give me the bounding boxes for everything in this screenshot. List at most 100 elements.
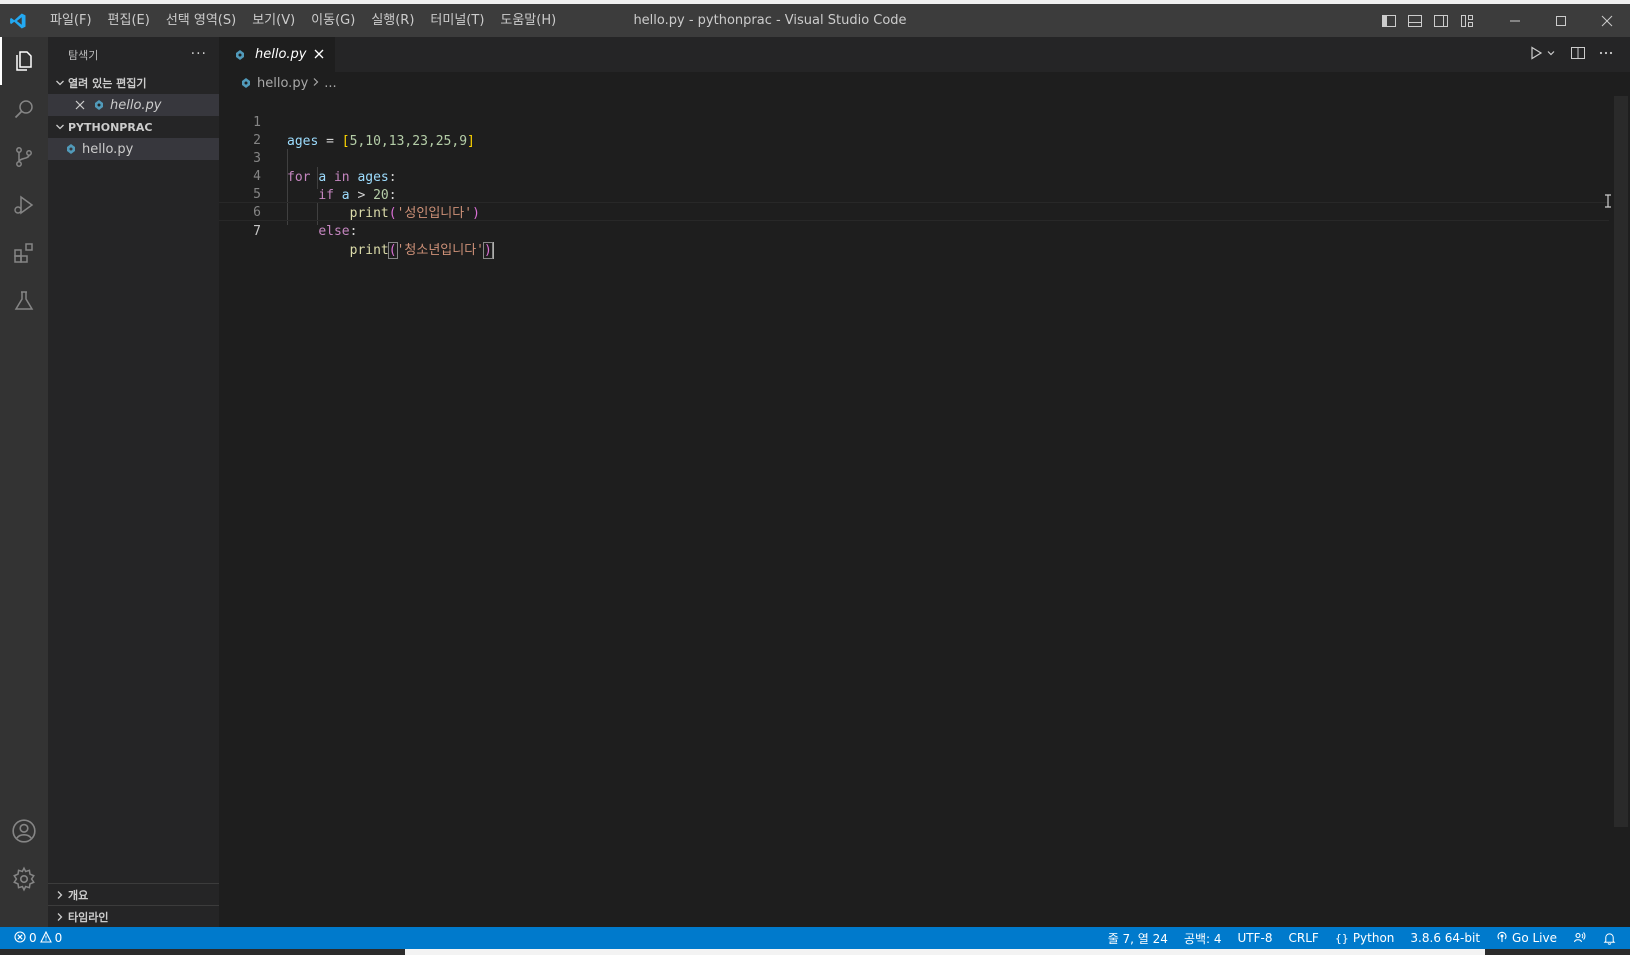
code-token: ) [483,242,493,259]
status-right: 줄 7, 열 24 공백: 4 UTF-8 CRLF {} Python 3.8… [1100,927,1624,949]
go-live-label: Go Live [1512,931,1557,945]
taskbar-edge [0,949,1630,955]
code-token: ( [387,242,398,259]
menu-help[interactable]: 도움말(H) [492,4,564,37]
chevron-down-icon [52,75,68,91]
menu-go[interactable]: 이동(G) [303,4,363,37]
vscode-logo-icon[interactable] [0,4,36,37]
source-control-icon[interactable] [0,133,48,181]
menu-bar: 파일(F) 편집(E) 선택 영역(S) 보기(V) 이동(G) 실행(R) 터… [42,4,564,37]
go-live-button[interactable]: Go Live [1488,931,1565,946]
close-window-icon[interactable] [1584,4,1630,37]
editor-tabs: hello.py [219,37,1630,72]
open-editors-section[interactable]: 열려 있는 편집기 [48,72,219,94]
chevron-right-icon [312,76,320,91]
vscode-window: 파일(F) 편집(E) 선택 영역(S) 보기(V) 이동(G) 실행(R) 터… [0,4,1630,955]
window-title: hello.py - pythonprac - Visual Studio Co… [633,13,907,28]
maximize-icon[interactable] [1538,4,1584,37]
code-line: 6 else: [219,184,1609,239]
code-token: print [349,243,389,258]
run-debug-icon[interactable] [0,181,48,229]
error-count: 0 [29,931,37,945]
timeline-section[interactable]: 타임라인 [48,905,219,927]
tab-hello-py[interactable]: hello.py [219,37,335,72]
end-of-line[interactable]: CRLF [1281,931,1327,945]
code-token: '청소년입니다' [396,243,485,258]
more-actions-button[interactable]: ··· [191,37,207,72]
explorer-icon[interactable] [0,37,48,85]
braces-icon: {} [1334,931,1349,945]
menu-file[interactable]: 파일(F) [42,4,100,37]
outline-section[interactable]: 개요 [48,883,219,905]
python-file-icon [92,98,106,112]
breadcrumb: hello.py ... [219,72,1630,94]
cursor-position[interactable]: 줄 7, 열 24 [1100,930,1176,947]
menu-edit[interactable]: 편집(E) [100,4,158,37]
python-interpreter[interactable]: 3.8.6 64-bit [1402,931,1488,945]
line-number: 7 [253,224,261,239]
open-editor-item[interactable]: hello.py [48,94,219,116]
title-bar: 파일(F) 편집(E) 선택 영역(S) 보기(V) 이동(G) 실행(R) 터… [0,4,1630,37]
code-line: 1 ages = [5,10,13,23,25,9] [219,94,1609,149]
breadcrumb-file[interactable]: hello.py [257,76,308,91]
close-tab-icon[interactable] [311,46,327,62]
menu-run[interactable]: 실행(R) [363,4,422,37]
split-editor-icon[interactable] [1570,45,1586,65]
accounts-icon[interactable] [0,807,48,855]
open-editor-label: hello.py [110,97,162,113]
toggle-panel-icon[interactable] [1402,4,1428,37]
problems-indicator[interactable]: 0 0 [0,930,63,946]
search-icon[interactable] [0,85,48,133]
file-tree-item[interactable]: hello.py [48,138,219,160]
language-label: Python [1352,931,1395,945]
chevron-right-icon [52,887,68,903]
notifications-bell-icon[interactable] [1595,932,1624,945]
code-line: 5 print('성인입니다') [219,166,1609,221]
explorer-header: 탐색기 ··· [48,37,219,72]
explorer-sidebar: 탐색기 ··· 열려 있는 편집기 hello.py PYTHONPRAC he… [48,37,219,927]
testing-icon[interactable] [0,277,48,325]
indentation[interactable]: 공백: 4 [1176,930,1230,947]
breadcrumb-more[interactable]: ... [324,76,336,91]
extensions-icon[interactable] [0,229,48,277]
text-cursor-indicator-icon [1604,194,1612,208]
toggle-secondary-sidebar-icon[interactable] [1428,4,1454,37]
python-file-icon [239,76,253,90]
activity-bar [0,37,48,927]
menu-view[interactable]: 보기(V) [244,4,303,37]
error-icon [14,930,26,946]
open-editors-label: 열려 있는 편집기 [68,77,147,90]
encoding[interactable]: UTF-8 [1230,931,1281,945]
code-token: else [318,224,350,239]
text-cursor [491,242,494,259]
project-label: PYTHONPRAC [68,120,153,134]
minimize-icon[interactable] [1492,4,1538,37]
more-actions-icon[interactable] [1598,45,1614,65]
editor-actions [1528,37,1614,72]
close-icon[interactable] [72,97,88,113]
customize-layout-icon[interactable] [1454,4,1480,37]
vertical-scrollbar[interactable] [1614,96,1628,827]
tab-label: hello.py [255,47,307,62]
file-tree-label: hello.py [82,141,134,157]
feedback-icon[interactable] [1565,931,1595,945]
toggle-primary-sidebar-icon[interactable] [1376,4,1402,37]
code-line-current: 7 print('청소년입니다') [219,202,1609,259]
python-file-icon [233,48,247,62]
code-line: 2 [219,112,1609,148]
outline-label: 개요 [68,888,89,902]
warning-count: 0 [54,931,63,945]
chevron-right-icon [52,909,68,925]
code-line: 3 for a in ages: [219,130,1609,185]
settings-gear-icon[interactable] [0,855,48,903]
run-python-file-icon[interactable] [1528,45,1544,65]
menu-selection[interactable]: 선택 영역(S) [158,4,244,37]
run-dropdown-chevron-icon[interactable] [1546,47,1556,62]
broadcast-icon [1496,931,1508,946]
code-token: : [349,224,358,239]
language-mode[interactable]: {} Python [1327,931,1403,945]
project-section[interactable]: PYTHONPRAC [48,116,219,138]
code-editor[interactable]: 1 ages = [5,10,13,23,25,9] 2 3 for a in … [219,94,1630,927]
timeline-label: 타임라인 [68,910,109,924]
menu-terminal[interactable]: 터미널(T) [422,4,492,37]
